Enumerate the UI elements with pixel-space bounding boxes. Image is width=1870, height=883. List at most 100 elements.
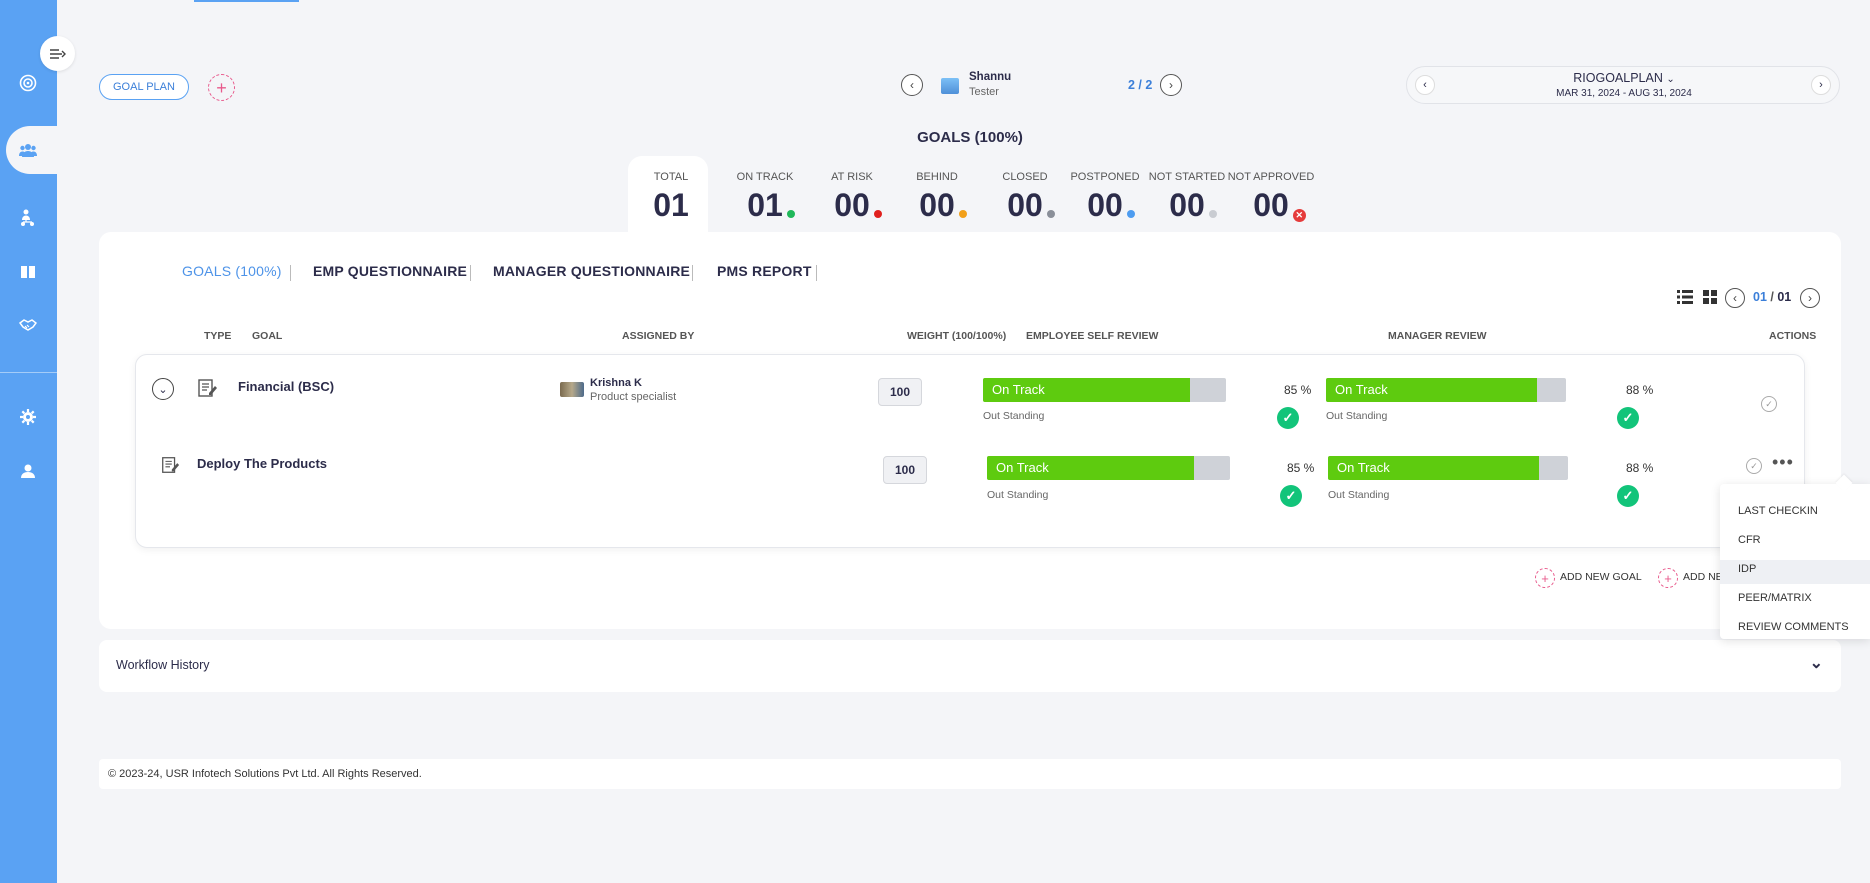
chevron-left-icon: ‹ (910, 78, 914, 92)
column-header: EMPLOYEE SELF REVIEW (1026, 330, 1159, 342)
goal-title[interactable]: Financial (BSC) (238, 379, 334, 394)
target-icon[interactable] (16, 71, 40, 95)
stat-not-approved[interactable]: NOT APPROVED 00 ✕ (1216, 171, 1326, 224)
employee-role: Tester (969, 86, 999, 98)
status-dot (958, 210, 967, 218)
assigned-avatar (560, 382, 584, 397)
tab-emp-questionnaire[interactable]: EMP QUESTIONNAIRE (313, 263, 467, 279)
stat-on-track[interactable]: ON TRACK 01 (720, 171, 810, 224)
stat-value: 01 (747, 187, 795, 224)
plus-icon: + (216, 77, 227, 98)
plan-selector[interactable]: ‹ RIOGOALPLAN ⌄ MAR 31, 2024 - AUG 31, 2… (1406, 66, 1840, 104)
manager-review-progress: On Track (1326, 378, 1566, 402)
tab-separator (470, 265, 471, 281)
list-view-icon[interactable] (1677, 290, 1693, 304)
more-options-icon[interactable]: ••• (1772, 453, 1794, 471)
menu-item-last-checkin[interactable]: LAST CHECKIN (1738, 505, 1818, 517)
tab-manager-questionnaire[interactable]: MANAGER QUESTIONNAIRE (493, 263, 690, 279)
goal-title[interactable]: Deploy The Products (197, 456, 327, 471)
status-dot (786, 210, 795, 218)
self-review-rating: Out Standing (987, 489, 1049, 501)
approve-check-icon[interactable]: ✓ (1746, 458, 1762, 474)
column-header: GOAL (252, 330, 283, 342)
footer: © 2023-24, USR Infotech Solutions Pvt Lt… (99, 759, 1841, 789)
main-area: GOAL PLAN + ‹ Shannu Tester 2 / 2 › ‹ RI… (57, 0, 1870, 883)
stat-value-text: 00 (1007, 187, 1043, 223)
table-next-button[interactable]: › (1800, 288, 1820, 308)
stat-label: ON TRACK (736, 171, 794, 183)
add-new-goal-button[interactable]: ADD NEW GOAL (1560, 571, 1642, 583)
menu-item-peer-matrix[interactable]: PEER/MATRIX (1738, 592, 1812, 604)
next-plan-button[interactable]: › (1811, 75, 1831, 95)
manager-review-percent: 88 % (1626, 461, 1654, 475)
tab-pms-report[interactable]: PMS REPORT (717, 263, 812, 279)
self-review-percent: 85 % (1284, 383, 1312, 397)
chevron-right-icon: › (1819, 79, 1823, 91)
stat-value-text: 01 (747, 187, 783, 223)
handshake-icon[interactable] (16, 313, 40, 337)
employee-pager: 2 / 2 (1128, 78, 1153, 92)
gear-icon[interactable] (16, 405, 40, 429)
self-review-progress: On Track (987, 456, 1230, 480)
stat-value: 00 (834, 187, 882, 224)
sidebar (0, 0, 57, 883)
menu-item-cfr[interactable]: CFR (1738, 534, 1761, 546)
hierarchy-icon[interactable] (16, 206, 40, 230)
stat-value: 00 (1169, 187, 1217, 224)
stat-value-text: 00 (919, 187, 955, 223)
table-pager: 01 / 01 (1753, 290, 1792, 304)
goals-title: GOALS (100%) (917, 129, 1023, 146)
manager-review-progress: On Track (1328, 456, 1568, 480)
add-plan-button[interactable]: + (208, 74, 235, 101)
goal-plan-button[interactable]: GOAL PLAN (99, 74, 189, 100)
menu-item-review-comments[interactable]: REVIEW COMMENTS (1738, 621, 1849, 633)
manager-review-status: On Track (1326, 378, 1538, 402)
add-new-goal-button-2[interactable]: ADD NE (1683, 571, 1723, 583)
column-header: MANAGER REVIEW (1388, 330, 1487, 342)
tab-separator (290, 265, 291, 281)
check-icon: ✓ (1617, 485, 1639, 507)
check-icon: ✓ (1277, 407, 1299, 429)
status-dot (873, 210, 882, 218)
grid-view-icon[interactable] (1703, 290, 1717, 304)
self-review-rating: Out Standing (983, 410, 1045, 422)
tab-goals[interactable]: GOALS (100%) (182, 263, 282, 279)
stat-value: 00 (1007, 187, 1055, 224)
column-header: ACTIONS (1769, 330, 1817, 342)
add-goal-icon[interactable]: + (1658, 568, 1678, 588)
stat-closed[interactable]: CLOSED 00 (985, 171, 1065, 224)
chevron-down-icon[interactable]: ⌄ (1666, 74, 1674, 85)
assigned-role: Product specialist (590, 391, 677, 403)
plan-name: RIOGOALPLAN (1573, 71, 1663, 85)
chevron-left-icon: ‹ (1733, 291, 1737, 305)
add-goal-icon[interactable]: + (1535, 568, 1555, 588)
stat-at-risk[interactable]: AT RISK 00 (812, 171, 892, 224)
manager-review-status: On Track (1328, 456, 1540, 480)
stat-behind[interactable]: BEHIND 00 (892, 171, 982, 224)
prev-employee-button[interactable]: ‹ (901, 74, 923, 96)
book-icon[interactable] (16, 260, 40, 284)
workflow-history-panel[interactable]: Workflow History ⌄ (99, 640, 1841, 692)
workflow-history-label: Workflow History (116, 658, 210, 672)
stat-label: CLOSED (1002, 171, 1048, 183)
table-prev-button[interactable]: ‹ (1725, 288, 1745, 308)
rejected-icon: ✕ (1292, 209, 1306, 222)
plan-dates: MAR 31, 2024 - AUG 31, 2024 (1556, 88, 1692, 99)
expand-row-button[interactable]: ⌄ (152, 378, 174, 400)
column-header: ASSIGNED BY (622, 330, 695, 342)
chevron-down-icon[interactable]: ⌄ (1810, 653, 1823, 673)
manager-review-percent: 88 % (1626, 383, 1654, 397)
stat-label: BEHIND (916, 171, 958, 183)
team-icon[interactable] (16, 138, 40, 162)
goal-type-icon (196, 377, 218, 404)
self-review-status: On Track (983, 378, 1190, 402)
user-card-icon[interactable] (16, 459, 40, 483)
stat-total[interactable]: TOTAL 01 (631, 171, 711, 224)
approve-check-icon[interactable]: ✓ (1761, 396, 1777, 412)
stat-value: 00 (1087, 187, 1135, 224)
stat-value-text: 00 (1169, 187, 1205, 223)
tab-separator (692, 265, 693, 281)
next-employee-button[interactable]: › (1160, 74, 1182, 96)
goal-type-icon (160, 455, 180, 480)
menu-item-idp[interactable]: IDP (1738, 563, 1756, 575)
